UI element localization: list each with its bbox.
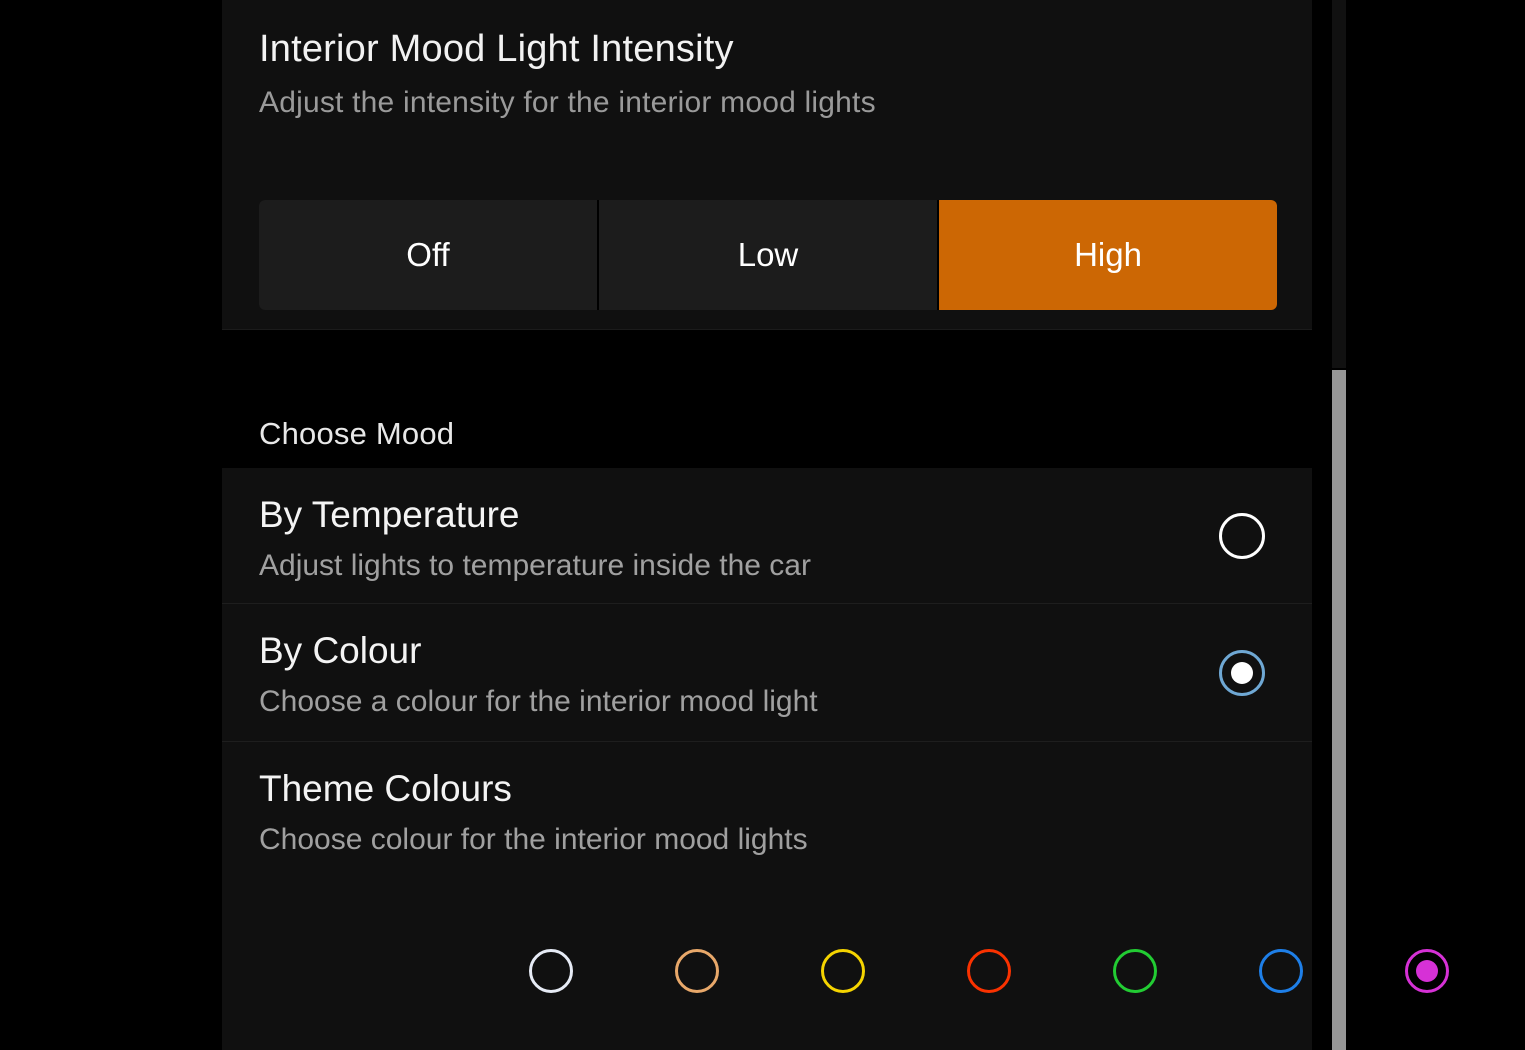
theme-colours-row: Theme Colours Choose colour for the inte… [222, 742, 1449, 1050]
radio-by-temperature[interactable] [1219, 512, 1265, 559]
mood-row-title: By Colour [259, 630, 422, 671]
theme-colour-swatch-row[interactable] [259, 949, 1449, 1009]
swatch-selected-dot [1416, 960, 1438, 982]
theme-colour-swatch-green[interactable] [1113, 949, 1157, 993]
theme-colour-swatch-magenta[interactable] [1405, 949, 1449, 993]
vertical-scrollbar[interactable] [1332, 0, 1346, 1050]
intensity-card: Interior Mood Light Intensity Adjust the… [222, 0, 1312, 330]
mood-row-title: By Temperature [259, 494, 520, 535]
theme-colour-swatch-peach[interactable] [675, 949, 719, 993]
segment-off[interactable]: Off [259, 200, 599, 310]
choose-mood-section-header: Choose Mood [259, 416, 455, 451]
theme-colours-title: Theme Colours [259, 768, 512, 809]
mood-row-by-temperature[interactable]: By Temperature Adjust lights to temperat… [222, 468, 1312, 604]
intensity-subtitle: Adjust the intensity for the interior mo… [259, 86, 876, 119]
radio-by-colour[interactable] [1219, 649, 1265, 696]
theme-colour-swatch-white[interactable] [529, 949, 573, 993]
mood-row-subtitle: Adjust lights to temperature inside the … [259, 549, 811, 582]
theme-colour-swatch-yellow[interactable] [821, 949, 865, 993]
settings-content-panel: Interior Mood Light Intensity Adjust the… [222, 0, 1449, 1050]
mood-row-by-colour[interactable]: By Colour Choose a colour for the interi… [222, 604, 1312, 742]
theme-colour-swatch-red[interactable] [967, 949, 1011, 993]
choose-mood-card: By Temperature Adjust lights to temperat… [222, 468, 1449, 1050]
segment-high[interactable]: High [939, 200, 1277, 310]
scrollbar-track-upper[interactable] [1332, 0, 1346, 368]
scrollbar-thumb[interactable] [1332, 370, 1346, 1050]
app-screen: Interior Mood Light Intensity Adjust the… [0, 0, 1525, 1050]
intensity-title: Interior Mood Light Intensity [259, 28, 734, 70]
mood-row-subtitle: Choose a colour for the interior mood li… [259, 685, 818, 718]
intensity-segmented-control[interactable]: Off Low High [259, 200, 1277, 310]
segment-low[interactable]: Low [599, 200, 939, 310]
theme-colour-swatch-blue[interactable] [1259, 949, 1303, 993]
theme-colours-subtitle: Choose colour for the interior mood ligh… [259, 823, 808, 856]
